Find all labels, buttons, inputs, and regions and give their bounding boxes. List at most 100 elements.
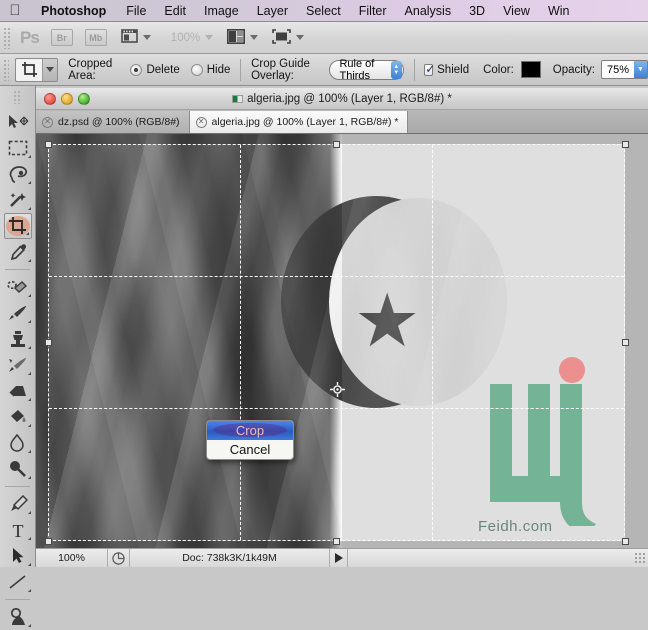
tool-preset-chevron-down-icon[interactable] <box>42 58 58 81</box>
arrange-documents-group[interactable] <box>227 28 259 47</box>
paint-bucket-tool[interactable] <box>3 404 33 430</box>
path-selection-tool[interactable] <box>3 543 33 569</box>
cropped-area-delete-radio[interactable]: Delete <box>126 63 180 76</box>
zoom-window-button[interactable] <box>78 92 90 105</box>
tools-divider-1 <box>5 269 30 270</box>
crop-context-menu[interactable]: Crop Cancel <box>206 420 294 460</box>
bridge-button[interactable]: Br <box>50 29 73 46</box>
view-extras-group[interactable] <box>120 28 151 47</box>
rectangular-marquee-tool[interactable] <box>3 135 33 161</box>
current-tool-preset-picker[interactable] <box>15 57 59 82</box>
context-menu-item-crop[interactable]: Crop <box>207 421 293 440</box>
menu-item-3d[interactable]: 3D <box>460 0 494 22</box>
tool-expand-corner-icon <box>27 624 31 627</box>
close-window-button[interactable] <box>44 92 56 105</box>
tools-panel-gripper[interactable] <box>13 90 22 104</box>
crop-tool[interactable] <box>3 213 32 239</box>
tool-expand-corner-icon <box>27 398 31 401</box>
close-tab-icon[interactable]: ✕ <box>42 116 53 128</box>
line-tool[interactable] <box>3 569 33 595</box>
document-tab-bar: ✕ dz.psd @ 100% (RGB/8#) ✕ algeria.jpg @… <box>36 110 648 134</box>
minimize-window-button[interactable] <box>61 92 73 105</box>
crop-handle-top-left[interactable] <box>45 141 52 148</box>
color-label: Color: <box>483 63 514 76</box>
menu-item-filter[interactable]: Filter <box>350 0 396 22</box>
document-title-text: algeria.jpg @ 100% (Layer 1, RGB/8#) * <box>247 92 452 105</box>
appbar-zoom-chevron-down-icon[interactable] <box>205 35 214 40</box>
history-brush-tool[interactable] <box>3 352 33 378</box>
canvas-area[interactable]: Feidh.com Crop Cancel <box>36 134 648 548</box>
mini-bridge-button[interactable]: Mb <box>84 29 107 46</box>
brush-tool[interactable] <box>3 300 33 326</box>
opacity-chevron-down-icon[interactable]: ▼ <box>633 61 647 78</box>
arrange-documents-chevron-down-icon[interactable] <box>250 35 259 40</box>
crop-handle-bottom-right[interactable] <box>622 538 629 545</box>
type-tool[interactable]: T <box>3 517 33 543</box>
screen-mode-chevron-down-icon[interactable] <box>296 35 305 40</box>
crop-guide-overlay-stepper-icon[interactable]: ▲ ▼ <box>390 60 402 79</box>
delete-label: Delete <box>146 63 180 76</box>
document-thumb-icon[interactable] <box>108 549 130 567</box>
appbar-gripper[interactable] <box>3 26 12 49</box>
menu-item-photoshop[interactable]: Photoshop <box>30 0 117 22</box>
menu-item-analysis[interactable]: Analysis <box>396 0 461 22</box>
screen-mode-group[interactable] <box>272 28 305 47</box>
menu-item-image[interactable]: Image <box>195 0 248 22</box>
menu-item-file[interactable]: File <box>117 0 155 22</box>
eraser-tool[interactable] <box>3 378 33 404</box>
crop-handle-middle-left[interactable] <box>45 339 52 346</box>
eyedropper-tool[interactable] <box>3 239 33 265</box>
view-extras-icon[interactable] <box>120 28 138 47</box>
document-tab-label: dz.psd @ 100% (RGB/8#) <box>58 116 180 128</box>
document-title: algeria.jpg @ 100% (Layer 1, RGB/8#) * <box>36 93 648 105</box>
lasso-tool[interactable] <box>3 161 33 187</box>
crop-handle-middle-right[interactable] <box>622 339 629 346</box>
menu-item-layer[interactable]: Layer <box>248 0 297 22</box>
arrange-documents-icon[interactable] <box>227 28 246 47</box>
hand-tool[interactable] <box>3 604 33 630</box>
hide-label: Hide <box>206 63 231 76</box>
opacity-field[interactable]: 75% ▼ <box>600 60 648 79</box>
shield-checkbox[interactable] <box>424 62 435 76</box>
tools-divider-2 <box>5 486 30 487</box>
shield-color-swatch[interactable] <box>520 61 541 78</box>
window-controls[interactable] <box>44 92 90 105</box>
status-zoom-field[interactable]: 100% <box>36 549 108 567</box>
close-tab-icon[interactable]: ✕ <box>195 116 207 128</box>
magic-wand-tool[interactable] <box>3 187 33 213</box>
apple-icon[interactable]:  <box>0 3 30 18</box>
spot-healing-brush-tool[interactable] <box>3 274 33 300</box>
photoshop-logo: Ps <box>20 27 40 47</box>
context-menu-item-cancel[interactable]: Cancel <box>207 440 293 459</box>
crop-guide-overlay-select[interactable]: Rule of Thirds ▲ ▼ <box>329 58 404 82</box>
hide-radio-button[interactable] <box>190 63 203 76</box>
document-tab-dz[interactable]: ✕ dz.psd @ 100% (RGB/8#) <box>36 111 190 133</box>
dodge-tool[interactable] <box>3 456 33 482</box>
menu-item-select[interactable]: Select <box>297 0 350 22</box>
document-tab-algeria[interactable]: ✕ algeria.jpg @ 100% (Layer 1, RGB/8#) * <box>189 111 409 133</box>
tool-expand-corner-icon <box>27 207 31 210</box>
os-menu-bar:  Photoshop File Edit Image Layer Select… <box>0 0 648 22</box>
delete-radio-button[interactable] <box>130 63 143 76</box>
clone-stamp-tool[interactable] <box>3 326 33 352</box>
menu-item-window[interactable]: Win <box>539 0 579 22</box>
crop-handle-bottom-center[interactable] <box>333 538 340 545</box>
move-tool[interactable] <box>3 109 33 135</box>
document-title-bar[interactable]: algeria.jpg @ 100% (Layer 1, RGB/8#) * <box>36 88 648 110</box>
window-resize-grip[interactable] <box>634 552 646 564</box>
blur-tool[interactable] <box>3 430 33 456</box>
crop-handle-top-center[interactable] <box>333 141 340 148</box>
document-status-bar: 100% Doc: 738k3K/1k49M <box>36 548 648 567</box>
menu-item-edit[interactable]: Edit <box>155 0 195 22</box>
opacity-label: Opacity: <box>552 63 595 76</box>
view-extras-chevron-down-icon[interactable] <box>142 35 151 40</box>
pen-tool[interactable] <box>3 491 33 517</box>
screen-mode-icon[interactable] <box>272 28 292 47</box>
crop-handle-top-right[interactable] <box>622 141 629 148</box>
status-play-arrow-icon[interactable] <box>330 549 348 567</box>
crop-handle-bottom-left[interactable] <box>45 538 52 545</box>
cropped-area-label: Cropped Area: <box>68 57 113 82</box>
menu-item-view[interactable]: View <box>494 0 539 22</box>
cropped-area-hide-radio[interactable]: Hide <box>187 63 231 76</box>
optionsbar-gripper[interactable] <box>3 58 10 81</box>
